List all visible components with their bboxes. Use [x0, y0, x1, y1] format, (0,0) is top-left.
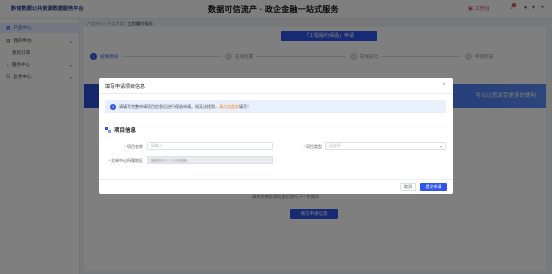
close-icon[interactable]: ×: [442, 82, 446, 88]
required-mark: *: [108, 158, 110, 163]
project-type-select[interactable]: 请选择 ▾: [325, 142, 446, 150]
divider: [99, 93, 453, 94]
divider: [99, 179, 453, 180]
trading-center-label: * 交易中心所属地区: [103, 158, 143, 164]
project-type-placeholder: 请选择: [329, 144, 341, 148]
project-type-label: * 项目类型: [287, 144, 322, 150]
info-notice: i 请填写完整申请项目信息后进行保函申请，如无法找到，请点击此处填写！: [105, 100, 446, 113]
notice-prefix: 请填写完整申请项目信息后进行保函申请，如无法找到，: [119, 103, 219, 109]
section-title: 项目信息: [114, 128, 137, 134]
redacted-value: [151, 159, 187, 162]
info-icon: i: [110, 103, 116, 110]
project-name-label-text: 项目名称: [127, 144, 143, 149]
project-info-dialog: 填写申请项目信息 × i 请填写完整申请项目信息后进行保函申请，如无法找到，请点…: [99, 78, 453, 194]
submit-button[interactable]: 提交申请: [420, 183, 447, 191]
required-mark: *: [124, 144, 126, 149]
section-header: 项目信息: [105, 126, 136, 134]
notice-suffix: 填写！: [239, 103, 251, 109]
project-name-label: * 项目名称: [108, 144, 143, 150]
trading-center-label-text: 交易中心所属地区: [111, 158, 143, 163]
blocks-icon: [105, 127, 111, 133]
chevron-down-icon: ▾: [439, 144, 442, 149]
notice-link[interactable]: 请点击此处: [219, 104, 239, 109]
dialog-title: 填写申请项目信息: [105, 84, 146, 90]
project-type-label-text: 项目类型: [306, 144, 322, 149]
cancel-button[interactable]: 取消: [400, 183, 416, 191]
trading-center-field: [147, 156, 273, 164]
required-mark: *: [303, 144, 305, 149]
project-name-input[interactable]: 请输入: [147, 142, 273, 150]
notice-text: 请填写完整申请项目信息后进行保函申请，如无法找到，请点击此处填写！: [119, 104, 251, 110]
